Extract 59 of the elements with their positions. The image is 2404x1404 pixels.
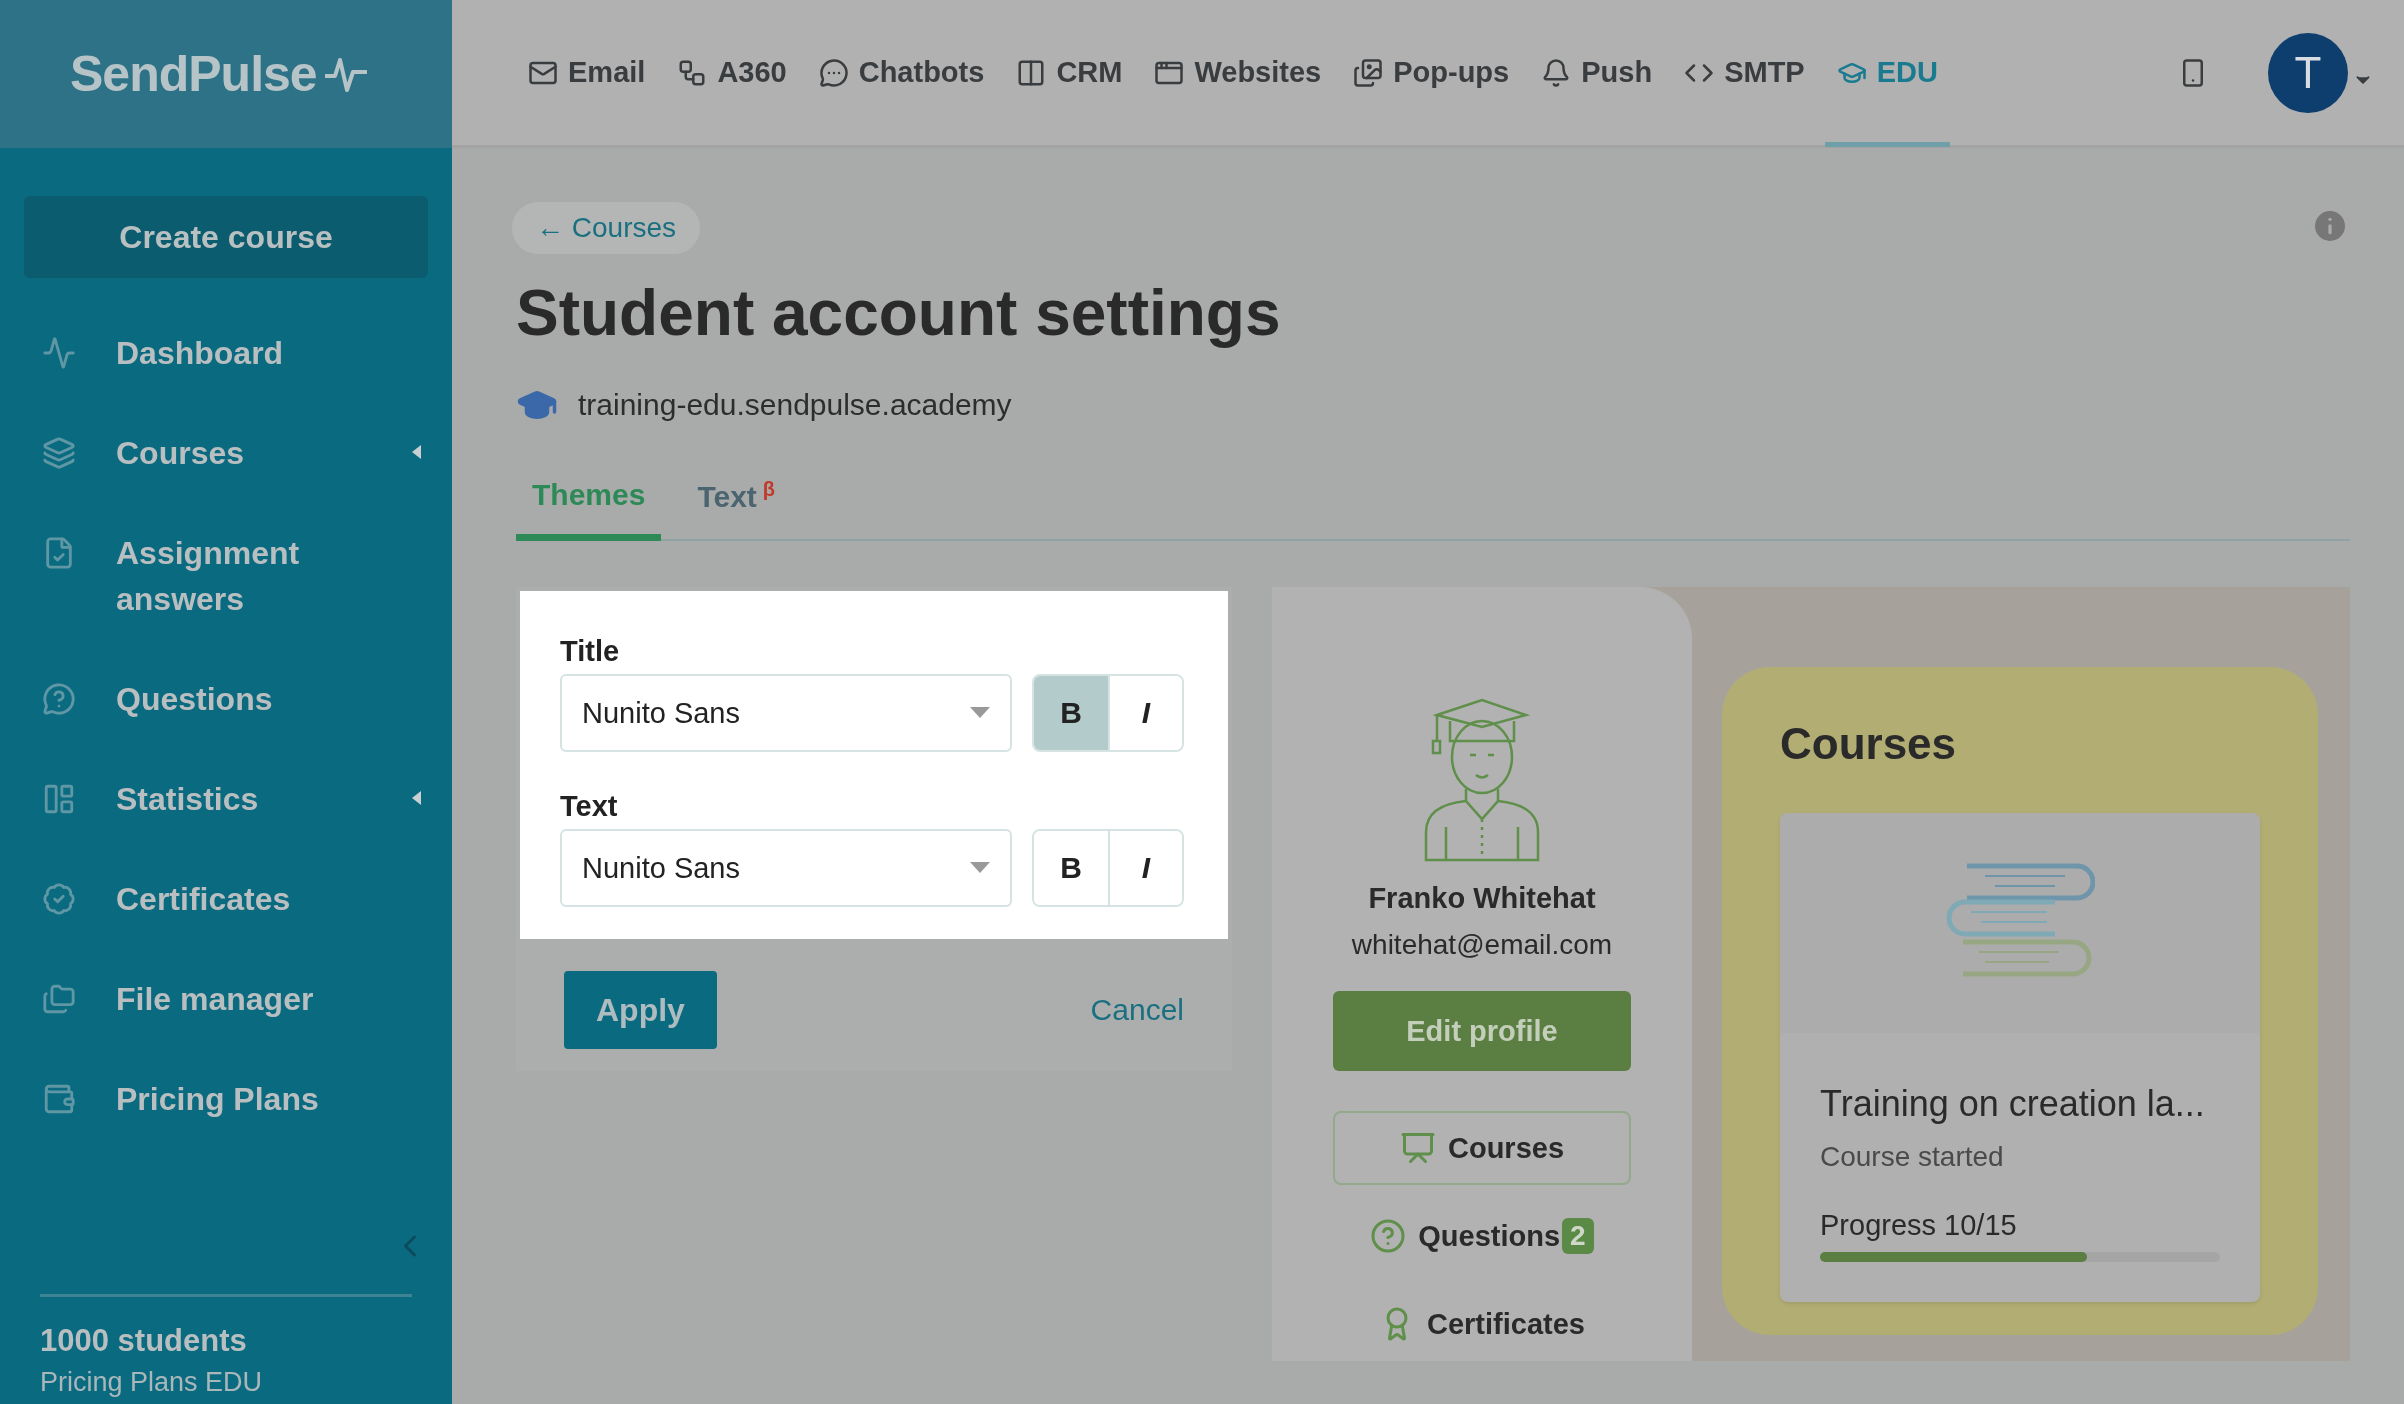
panel-title: Courses	[1780, 719, 1958, 769]
profile-menu-item[interactable]: Questions 2	[1333, 1199, 1631, 1273]
sidebar-item[interactable]: Certificates	[116, 876, 422, 922]
sidebar-item[interactable]: File manager	[116, 976, 422, 1022]
bold-toggle[interactable]: B	[1034, 676, 1108, 750]
sidebar-item[interactable]: Pricing Plans	[116, 1076, 422, 1122]
images-icon	[1353, 57, 1384, 88]
sidebar-item[interactable]: Statistics	[116, 776, 370, 822]
italic-toggle[interactable]: I	[1108, 676, 1182, 750]
nav-link[interactable]: Push	[1529, 0, 1665, 147]
plan-name: Pricing Plans EDU	[40, 1367, 264, 1398]
wallet-icon	[42, 1082, 76, 1116]
plan-count: 1000 students	[40, 1323, 248, 1359]
sidebar-item[interactable]: Dashboard	[116, 330, 422, 376]
profile-email: whitehat@email.com	[1351, 929, 1613, 961]
tab[interactable]: Text $^{β}$	[681, 466, 792, 541]
chat-bubble-icon	[818, 57, 849, 88]
nav-link[interactable]: SMTP	[1672, 0, 1817, 147]
count-badge: 2	[1562, 1218, 1594, 1254]
screen-icon	[1399, 1130, 1436, 1166]
page-title: Student account settings	[516, 276, 1282, 350]
profile-name: Franko Whitehat	[1368, 882, 1596, 915]
sidebar-item[interactable]: Questions	[116, 676, 422, 722]
badge-icon	[42, 882, 76, 916]
back-link[interactable]: ← Courses	[512, 202, 701, 254]
profile-menu-item[interactable]: Courses	[1333, 1111, 1631, 1185]
dropdown-arrow-icon	[970, 707, 990, 719]
nav-link[interactable]: Chatbots	[806, 0, 997, 147]
dropdown-arrow-icon	[970, 862, 990, 874]
course-name: Training on creation la...	[1820, 1083, 2206, 1125]
italic-toggle[interactable]: I	[1108, 831, 1182, 905]
logo-text: SendPulse	[70, 45, 317, 103]
nav-link[interactable]: CRM	[1004, 0, 1135, 147]
panel-icon	[42, 782, 76, 816]
apply-button[interactable]: Apply	[564, 971, 717, 1049]
font-select[interactable]: Nunito Sans	[560, 829, 1012, 907]
course-card[interactable]: Training on creation la... Course started Progress 10/15	[1780, 813, 2260, 1302]
layers-icon	[42, 436, 76, 470]
font-select[interactable]: Nunito Sans	[560, 674, 1012, 752]
course-status: Course started	[1820, 1141, 2005, 1173]
edit-profile-button[interactable]: Edit profile	[1333, 991, 1631, 1071]
field-label: Text	[560, 790, 619, 823]
nav-link[interactable]: Pop-ups	[1341, 0, 1522, 147]
profile-menu-item[interactable]: Certificates	[1333, 1287, 1631, 1361]
nav-link[interactable]: A360	[665, 0, 799, 147]
sidebar-item[interactable]: Courses	[116, 430, 370, 476]
nav-link[interactable]: Email	[516, 0, 658, 147]
field-label: Title	[560, 635, 621, 668]
question-bubble-icon	[42, 682, 76, 716]
cancel-link[interactable]: Cancel	[1090, 993, 1184, 1027]
domain-text: training-edu.sendpulse.academy	[578, 388, 1012, 422]
user-avatar[interactable]: T	[2268, 32, 2348, 113]
folders-icon	[42, 982, 76, 1016]
sidebar-item[interactable]: Assignment answers	[116, 530, 422, 622]
question-mark-icon	[1370, 1218, 1407, 1254]
create-course-button[interactable]: Create course	[24, 196, 428, 278]
nav-link[interactable]: Websites	[1142, 0, 1334, 147]
line-chart-icon	[42, 336, 76, 370]
progress-text: Progress 10/15	[1820, 1209, 2018, 1242]
